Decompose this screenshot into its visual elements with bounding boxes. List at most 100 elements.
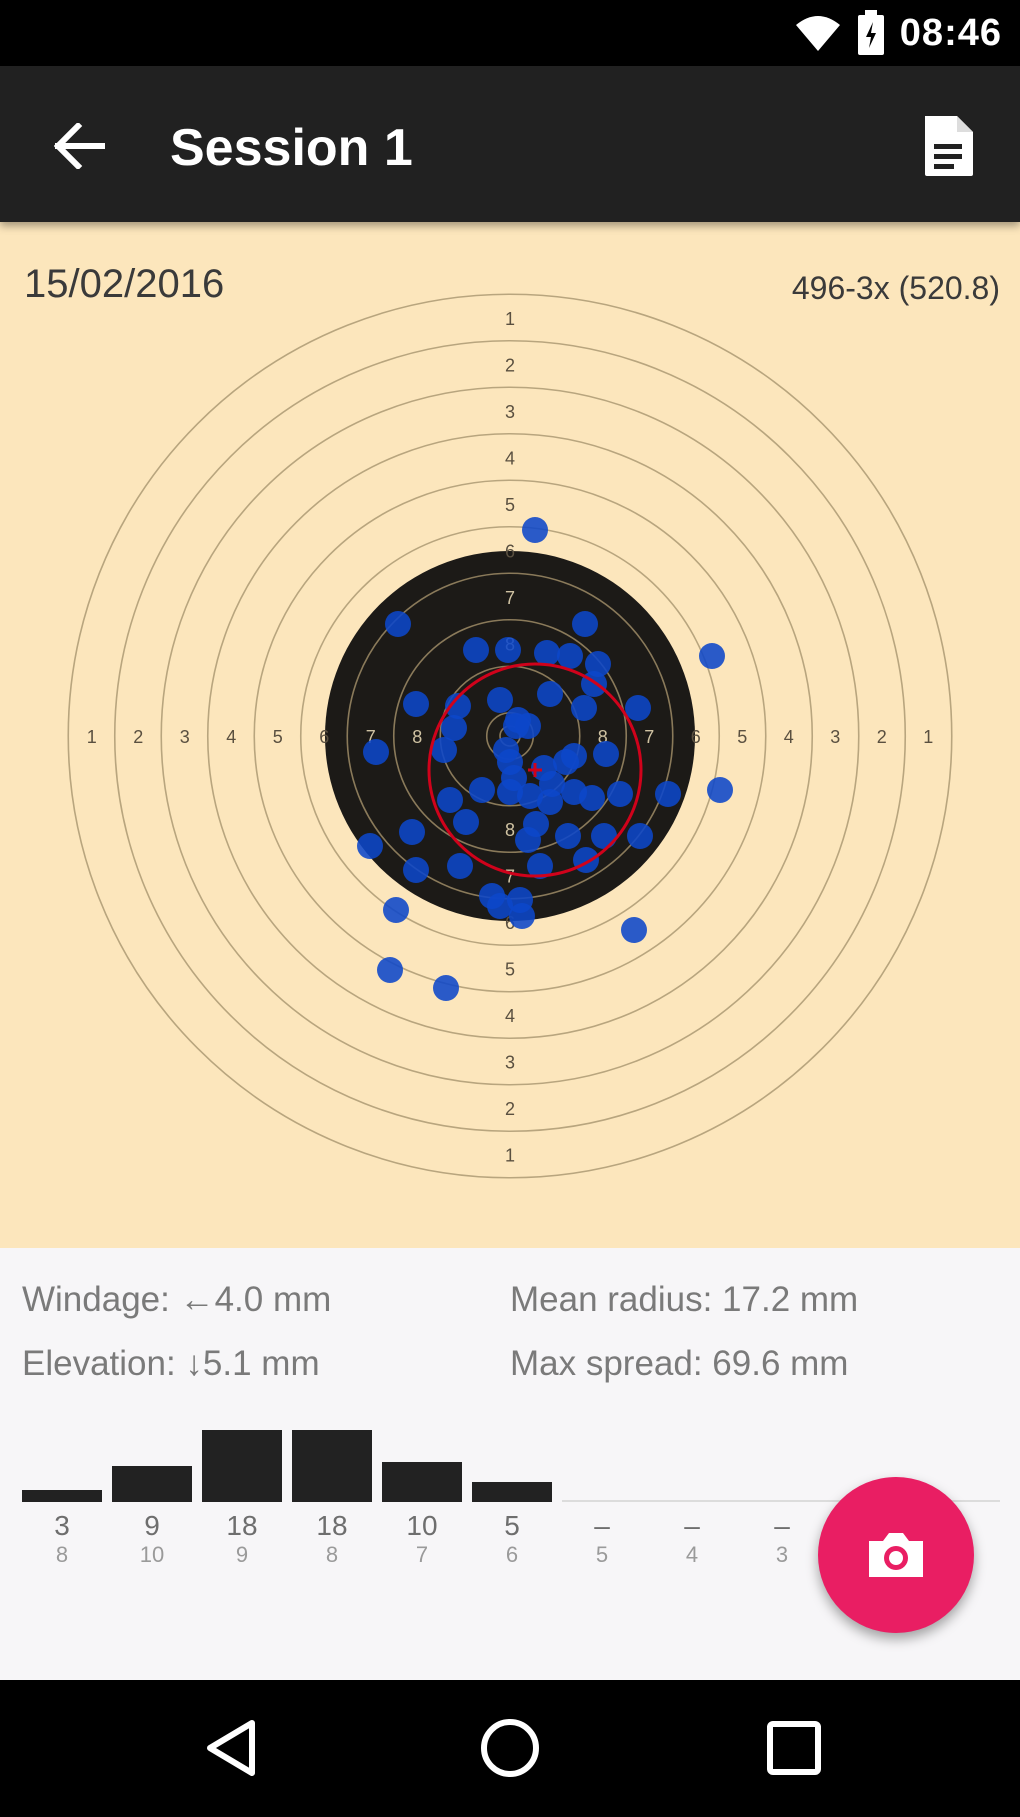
histogram-count: – [594, 1510, 610, 1541]
shot-mark [699, 643, 725, 669]
ring-number: 4 [784, 727, 794, 747]
histogram-count: – [774, 1510, 790, 1541]
histogram-score: 3 [775, 1542, 789, 1567]
shot-mark [487, 687, 513, 713]
ring-number: 4 [505, 1006, 515, 1026]
histogram-count: 10 [406, 1510, 438, 1541]
back-button[interactable] [40, 106, 120, 186]
shot-mark [591, 823, 617, 849]
target-area[interactable]: 11112222333344445555666677778888 15/02/2… [0, 222, 1020, 1248]
histogram-count: 18 [226, 1510, 258, 1541]
histogram-count: 9 [144, 1510, 160, 1541]
histogram-score: 8 [325, 1542, 339, 1567]
ring-number: 7 [505, 866, 515, 886]
histogram-score: 6 [505, 1542, 519, 1567]
ring-number: 1 [87, 727, 97, 747]
shot-mark [573, 847, 599, 873]
ring-number: 1 [505, 309, 515, 329]
ring-number: 8 [412, 727, 422, 747]
shot-mark [515, 827, 541, 853]
histogram-column: 38 [22, 1510, 102, 1568]
shot-mark [495, 637, 521, 663]
histogram-bar [382, 1462, 462, 1502]
ring-number: 3 [180, 727, 190, 747]
camera-icon [869, 1533, 923, 1577]
ring-number: 3 [830, 727, 840, 747]
home-circle-icon [481, 1719, 539, 1777]
shot-mark [385, 611, 411, 637]
shot-mark [509, 903, 535, 929]
recents-square-icon [767, 1721, 821, 1775]
shot-mark [621, 917, 647, 943]
app-bar: Session 1 [0, 66, 1020, 222]
histogram-score: 10 [139, 1542, 165, 1567]
histogram-column: 56 [472, 1510, 552, 1568]
shot-mark [505, 707, 531, 733]
nav-home-button[interactable] [470, 1708, 550, 1788]
shot-mark [579, 785, 605, 811]
status-time: 08:46 [899, 11, 1002, 54]
ring-number: 1 [923, 727, 933, 747]
shot-mark [403, 691, 429, 717]
shot-mark [707, 777, 733, 803]
nav-back-button[interactable] [190, 1708, 270, 1788]
shot-mark [377, 957, 403, 983]
ring-number: 2 [505, 1099, 515, 1119]
ring-number: 5 [737, 727, 747, 747]
shot-mark [453, 809, 479, 835]
histogram-bar [292, 1430, 372, 1502]
shot-mark [555, 823, 581, 849]
ring-number: 6 [505, 541, 515, 561]
ring-number: 7 [505, 588, 515, 608]
ring-number: 8 [505, 820, 515, 840]
histogram-score: 7 [415, 1542, 429, 1567]
battery-icon [857, 10, 884, 55]
camera-button[interactable] [818, 1477, 974, 1633]
shot-mark [572, 611, 598, 637]
histogram-column: 9 10 [112, 1510, 192, 1568]
shot-mark [497, 749, 523, 775]
shot-mark [625, 695, 651, 721]
status-icons: 08:46 [794, 0, 1002, 66]
ring-number: 3 [505, 1052, 515, 1072]
report-button[interactable] [906, 104, 990, 188]
shot-mark [655, 781, 681, 807]
wifi-icon [795, 16, 840, 51]
histogram-count: 18 [316, 1510, 348, 1541]
session-score: 496-3x (520.8) [791, 270, 1000, 306]
shot-mark [433, 975, 459, 1001]
histogram-bar [112, 1466, 192, 1502]
ring-number: 3 [505, 402, 515, 422]
histogram-score: 5 [595, 1542, 609, 1567]
ring-number: 4 [226, 727, 236, 747]
shot-mark [447, 853, 473, 879]
ring-number: 5 [505, 959, 515, 979]
shot-mark [399, 819, 425, 845]
navigation-bar [0, 1680, 1020, 1817]
shot-mark [363, 739, 389, 765]
histogram-column: –4 [652, 1510, 732, 1568]
status-bar: 08:46 [0, 0, 1020, 66]
histogram-column: –5 [562, 1510, 642, 1568]
ring-number: 4 [505, 448, 515, 468]
shot-mark [607, 781, 633, 807]
histogram-column: –3 [742, 1510, 822, 1568]
shot-mark [557, 643, 583, 669]
shot-mark [571, 695, 597, 721]
ring-number: 5 [273, 727, 283, 747]
document-icon [925, 116, 973, 176]
shot-mark [469, 777, 495, 803]
shot-mark [463, 637, 489, 663]
ring-number: 2 [133, 727, 143, 747]
target-chart[interactable]: 11112222333344445555666677778888 [0, 222, 1020, 1248]
ring-number: 6 [691, 727, 701, 747]
shot-mark [522, 517, 548, 543]
shot-mark [437, 787, 463, 813]
ring-number: 5 [505, 495, 515, 515]
histogram-count: – [684, 1510, 700, 1541]
histogram-column: 18 8 [292, 1510, 372, 1568]
histogram-score: 9 [235, 1542, 249, 1567]
ring-number: 6 [319, 727, 329, 747]
histogram-bar [472, 1482, 552, 1502]
nav-recents-button[interactable] [754, 1708, 834, 1788]
